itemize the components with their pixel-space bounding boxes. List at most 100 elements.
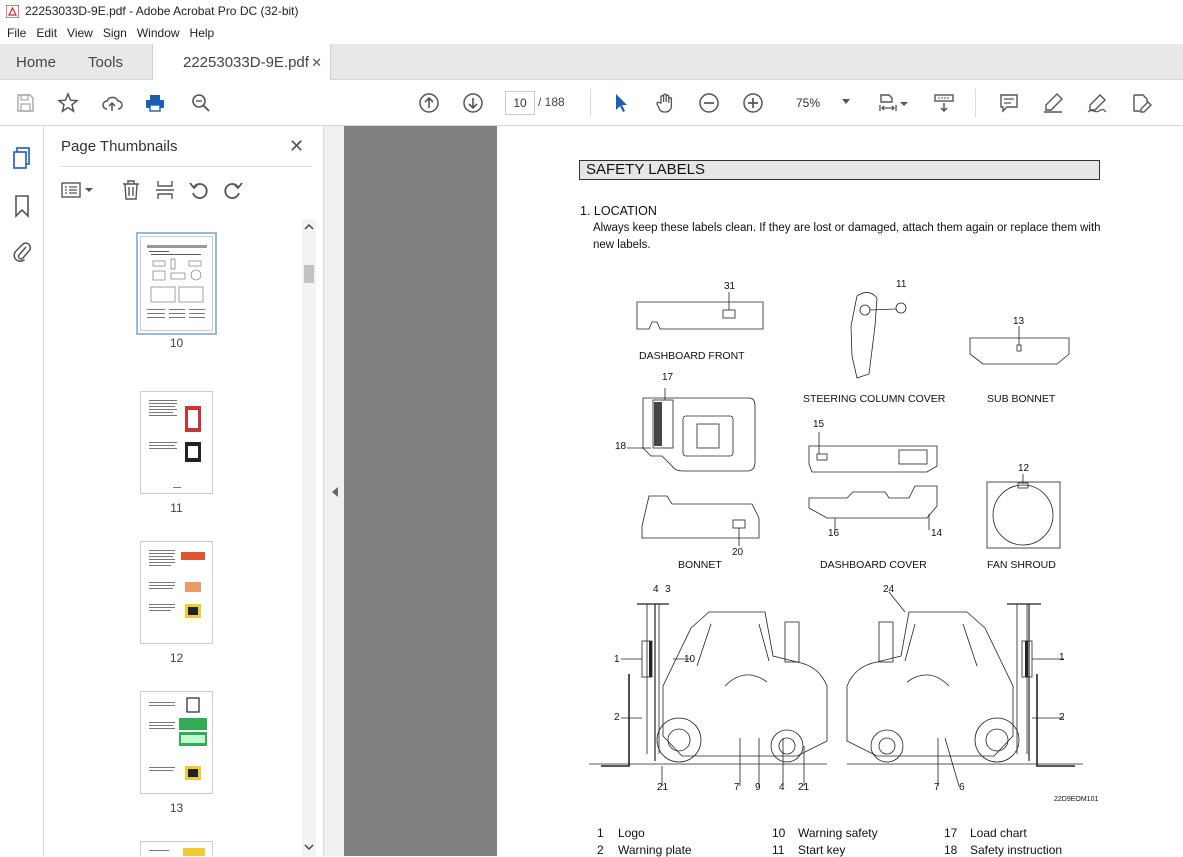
attachments-icon[interactable] — [12, 240, 32, 269]
callout-number: 3 — [665, 584, 671, 595]
legend-number: 2 — [597, 843, 604, 857]
thumbnail-page-11[interactable] — [140, 391, 213, 494]
thumbnail-label: 13 — [169, 801, 184, 815]
acrobat-app-icon — [6, 4, 19, 18]
caption-dashboard-front: DASHBOARD FRONT — [639, 350, 745, 362]
menu-window[interactable]: Window — [132, 26, 185, 40]
scrollbar-thumb[interactable] — [304, 265, 314, 283]
zoom-level-select[interactable]: 75% — [784, 91, 856, 115]
zoom-in-icon[interactable] — [740, 90, 766, 116]
insert-page-icon[interactable] — [154, 179, 176, 206]
callout-number: 16 — [828, 528, 840, 539]
delete-page-icon[interactable] — [120, 179, 142, 206]
callout-number: 9 — [755, 782, 761, 793]
close-panel-icon[interactable]: ✕ — [289, 136, 304, 157]
legend-text: Load chart — [970, 826, 1027, 840]
tab-tools[interactable]: Tools — [88, 44, 123, 80]
menu-sign[interactable]: Sign — [98, 26, 132, 40]
zoom-search-icon[interactable] — [188, 90, 214, 116]
window-title: 22253033D-9E.pdf - Adobe Acrobat Pro DC … — [25, 4, 299, 18]
page-preview — [149, 848, 205, 856]
thumbnail-label: 10 — [169, 336, 184, 350]
page-thumbnails-icon[interactable] — [11, 146, 33, 177]
menu-file[interactable]: File — [2, 26, 31, 40]
legend-number: 1 — [597, 826, 604, 840]
caption-dashboard-cover: DASHBOARD COVER — [820, 559, 927, 571]
callout-number: 17 — [662, 372, 674, 383]
rotate-counterclockwise-icon[interactable] — [188, 179, 210, 206]
thumbnail-toolbar — [60, 166, 312, 212]
scroll-mode-icon[interactable] — [931, 90, 957, 116]
bookmark-star-icon[interactable] — [55, 90, 81, 116]
safety-labels-illustration — [589, 292, 1083, 787]
callout-number: 4 — [779, 782, 785, 793]
caption-bonnet: BONNET — [678, 559, 722, 571]
logo-label-left — [649, 641, 652, 677]
callout-number: 14 — [931, 528, 943, 539]
legend-text: Warning safety — [798, 826, 878, 840]
callout-number: 10 — [684, 654, 696, 665]
select-cursor-icon[interactable] — [608, 90, 634, 116]
rotate-clockwise-icon[interactable] — [222, 179, 244, 206]
panel-splitter[interactable] — [323, 126, 344, 856]
logo-label-right — [1025, 641, 1028, 677]
hand-tool-icon[interactable] — [652, 90, 678, 116]
menu-help[interactable]: Help — [185, 26, 220, 40]
callout-number: 24 — [883, 584, 895, 595]
thumbnail-label: 11 — [170, 501, 183, 515]
options-menu-icon[interactable] — [60, 179, 96, 206]
callout-number: 20 — [732, 547, 744, 558]
save-icon[interactable] — [12, 90, 38, 116]
thumbnail-page-14[interactable] — [140, 841, 213, 856]
bookmarks-icon[interactable] — [13, 194, 31, 223]
callout-number: 13 — [1013, 316, 1025, 327]
page-thumbnails-panel: Page Thumbnails ✕ 10 11 12 13 — [45, 126, 323, 856]
legend-text: Warning plate — [618, 843, 692, 857]
page-preview — [149, 400, 201, 488]
page-number-input[interactable]: 10 — [505, 91, 535, 115]
caption-fan-shroud: FAN SHROUD — [987, 559, 1056, 571]
tab-document-label: 22253033D-9E.pdf — [183, 54, 309, 71]
close-tab-icon[interactable]: ✕ — [311, 55, 322, 71]
callout-number: 2 — [614, 712, 620, 723]
figure-code: 22D9EOM101 — [1054, 796, 1099, 803]
tab-bar: Home Tools 22253033D-9E.pdf ✕ — [0, 44, 1183, 81]
previous-page-icon[interactable] — [416, 90, 442, 116]
callout-number: 7 — [934, 782, 940, 793]
callout-number: 11 — [896, 279, 907, 290]
page-total: / 188 — [538, 95, 565, 109]
page-preview — [149, 697, 207, 780]
title-bar: 22253033D-9E.pdf - Adobe Acrobat Pro DC … — [0, 0, 1183, 22]
panel-title: Page Thumbnails — [61, 138, 178, 155]
sign-pen-icon[interactable] — [1084, 90, 1110, 116]
zoom-out-icon[interactable] — [696, 90, 722, 116]
callout-number: 18 — [615, 441, 627, 452]
callout-number: 7 — [734, 782, 740, 793]
page-fit-chevron-icon[interactable] — [898, 90, 910, 116]
menu-edit[interactable]: Edit — [31, 26, 62, 40]
menu-view[interactable]: View — [62, 26, 98, 40]
thumbnail-page-13[interactable] — [140, 691, 213, 794]
tab-document[interactable]: 22253033D-9E.pdf ✕ — [152, 44, 331, 81]
legend-number: 11 — [772, 843, 785, 857]
tab-home[interactable]: Home — [16, 44, 56, 80]
thumbnail-page-10[interactable] — [136, 232, 217, 335]
collapse-panel-icon[interactable] — [332, 487, 338, 497]
toolbar-divider — [590, 89, 591, 117]
document-viewer: SAFETY LABELS 1. LOCATION Always keep th… — [344, 126, 1183, 857]
scroll-down-icon[interactable] — [302, 841, 316, 853]
thumbnail-page-12[interactable] — [140, 541, 213, 644]
zoom-level-value: 75% — [796, 96, 821, 110]
caption-sub-bonnet: SUB BONNET — [987, 393, 1056, 405]
page-preview — [147, 245, 207, 318]
edit-pdf-icon[interactable] — [1128, 90, 1154, 116]
comment-icon[interactable] — [996, 90, 1022, 116]
highlight-pen-icon[interactable] — [1040, 90, 1066, 116]
next-page-icon[interactable] — [460, 90, 486, 116]
callout-number: 31 — [724, 281, 736, 292]
print-icon[interactable] — [142, 90, 168, 116]
scroll-up-icon[interactable] — [302, 221, 316, 233]
upload-cloud-icon[interactable] — [99, 90, 125, 116]
thumbnail-scrollbar[interactable] — [302, 219, 316, 856]
callout-number: 1 — [1059, 652, 1065, 663]
